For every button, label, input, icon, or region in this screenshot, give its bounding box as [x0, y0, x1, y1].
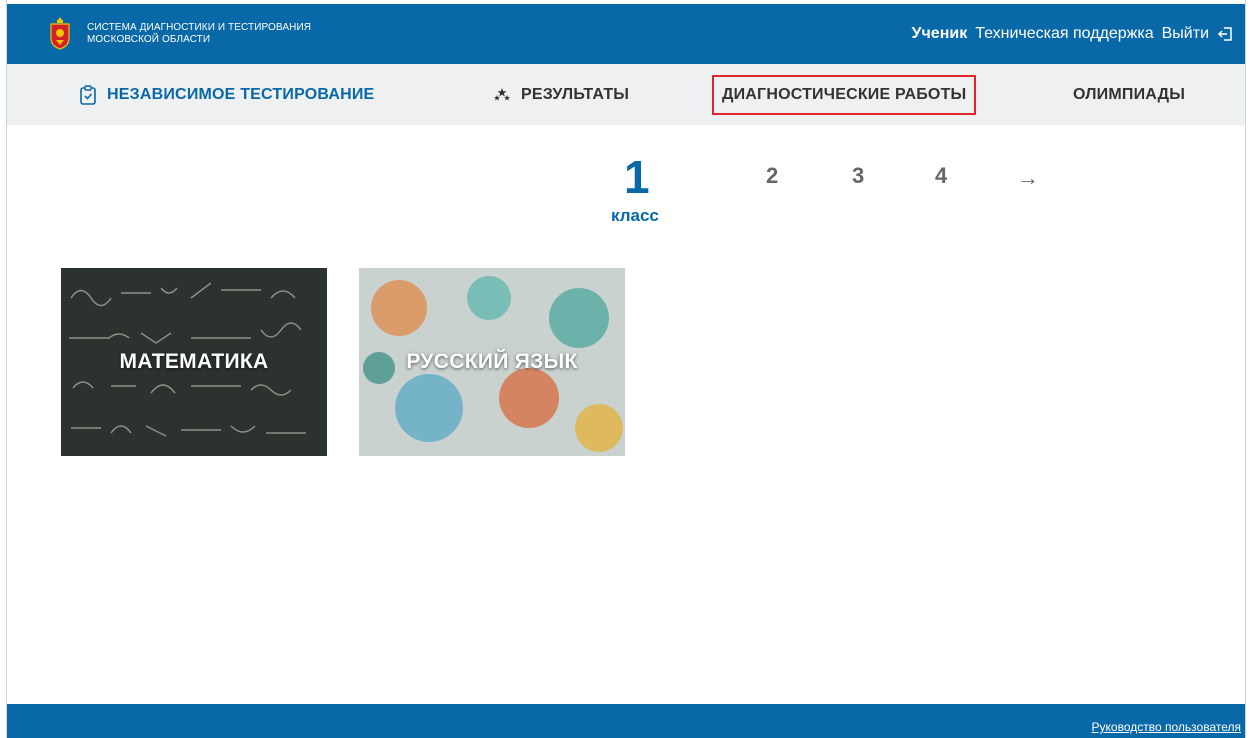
subject-card-math[interactable]: МАТЕМАТИКА	[61, 268, 327, 456]
nav-item-results[interactable]: РЕЗУЛЬТАТЫ	[493, 82, 629, 108]
app-frame: СИСТЕМА ДИАГНОСТИКИ И ТЕСТИРОВАНИЯ МОСКО…	[6, 0, 1246, 738]
nav-item-label: РЕЗУЛЬТАТЫ	[521, 86, 630, 103]
grade-3[interactable]: 3	[852, 163, 864, 189]
nav-item-independent-testing[interactable]: НЕЗАВИСИМОЕ ТЕСТИРОВАНИЕ	[79, 82, 374, 108]
nav-item-label: ОЛИМПИАДЫ	[1073, 86, 1186, 103]
exit-icon[interactable]	[1217, 26, 1233, 42]
stars-icon	[494, 88, 510, 101]
top-header: СИСТЕМА ДИАГНОСТИКИ И ТЕСТИРОВАНИЯ МОСКО…	[7, 4, 1245, 64]
system-title-line1: СИСТЕМА ДИАГНОСТИКИ И ТЕСТИРОВАНИЯ	[87, 22, 312, 33]
main-nav: НЕЗАВИСИМОЕ ТЕСТИРОВАНИЕ РЕЗУЛЬТАТЫ ДИАГ…	[7, 64, 1245, 125]
user-role: Ученик	[911, 25, 968, 42]
nav-item-olympiads[interactable]: ОЛИМПИАДЫ	[1073, 82, 1185, 108]
system-title: СИСТЕМА ДИАГНОСТИКИ И ТЕСТИРОВАНИЯ МОСКО…	[87, 22, 311, 46]
nav-item-diagnostic-works[interactable]: ДИАГНОСТИЧЕСКИЕ РАБОТЫ	[712, 75, 977, 115]
grade-4[interactable]: 4	[935, 163, 947, 189]
system-title-line2: МОСКОВСКОЙ ОБЛАСТИ	[87, 34, 211, 45]
grade-selected[interactable]: 1	[624, 150, 650, 204]
grade-2[interactable]: 2	[766, 163, 778, 189]
logout-link[interactable]: Выйти	[1162, 25, 1209, 43]
subject-label: МАТЕМАТИКА	[119, 350, 269, 373]
footer: Руководство пользователя	[7, 704, 1245, 738]
subject-card-russian[interactable]: РУССКИЙ ЯЗЫК	[359, 268, 625, 456]
nav-item-label: НЕЗАВИСИМОЕ ТЕСТИРОВАНИЕ	[107, 86, 375, 103]
support-link[interactable]: Техническая поддержка	[975, 25, 1153, 43]
grade-caption: класс	[611, 206, 659, 225]
nav-item-label: ДИАГНОСТИЧЕСКИЕ РАБОТЫ	[722, 86, 967, 103]
user-manual-link[interactable]: Руководство пользователя	[1092, 720, 1241, 734]
subject-label: РУССКИЙ ЯЗЫК	[406, 350, 578, 373]
user-area: Ученик Техническая поддержка Выйти	[912, 25, 1233, 43]
clipboard-icon	[80, 85, 96, 105]
coat-of-arms-icon	[50, 17, 70, 50]
next-grades-arrow[interactable]: →	[1017, 165, 1039, 191]
